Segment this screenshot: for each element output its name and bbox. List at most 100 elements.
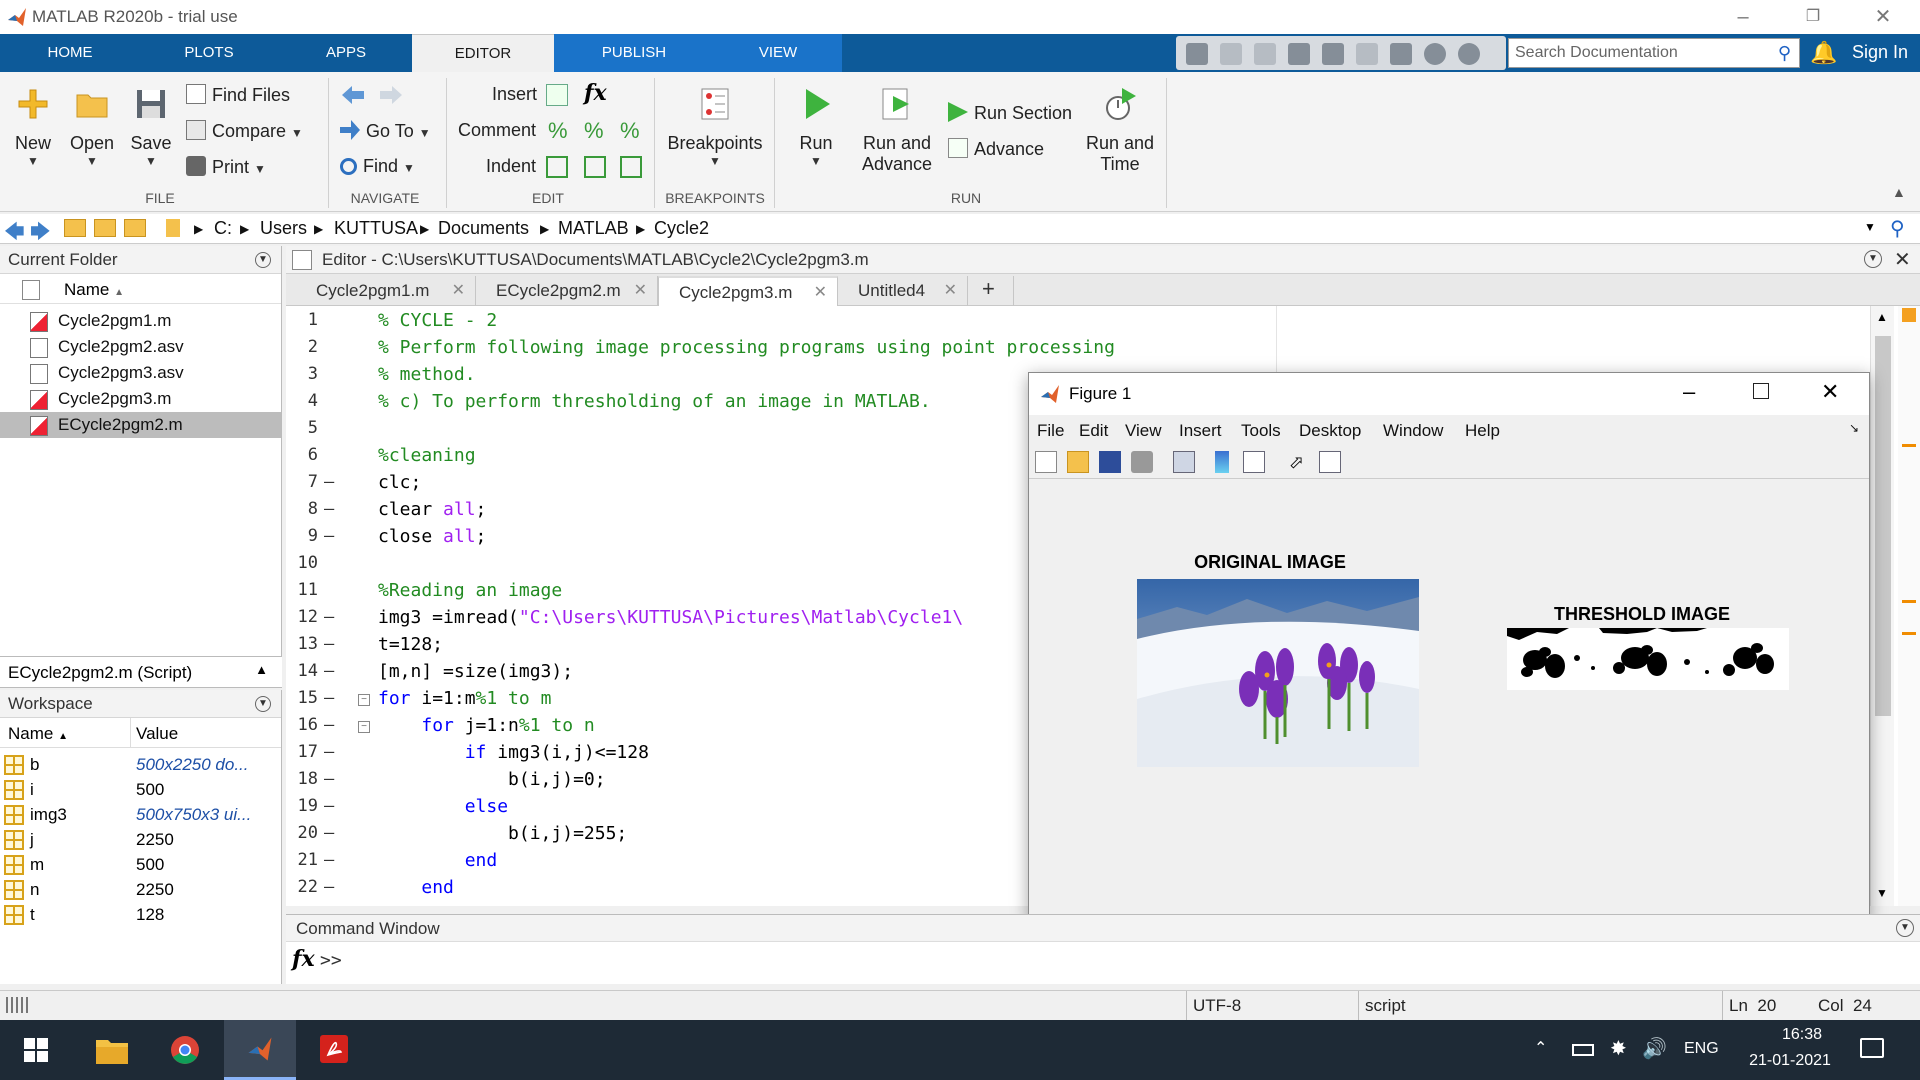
details-bar[interactable]: ECycle2pgm2.m (Script) ▲ bbox=[0, 656, 282, 688]
switch-windows-icon[interactable] bbox=[1390, 43, 1412, 65]
new-tab-button[interactable]: + bbox=[968, 276, 1014, 306]
fold-toggle[interactable]: − bbox=[358, 721, 370, 733]
variable-row[interactable]: n 2250 bbox=[0, 877, 281, 902]
breakpoint-dash[interactable]: – bbox=[324, 823, 334, 843]
open-file-icon[interactable] bbox=[1067, 451, 1089, 473]
ws-name-column[interactable]: Name ▲ bbox=[8, 724, 68, 744]
breadcrumb-kuttusa[interactable]: KUTTUSA bbox=[334, 218, 418, 239]
insert-button[interactable]: Insert bbox=[492, 84, 537, 105]
menu-edit[interactable]: Edit bbox=[1079, 421, 1108, 441]
new-button[interactable]: New ▼ bbox=[8, 86, 58, 168]
menu-file[interactable]: File bbox=[1037, 421, 1064, 441]
tab-view[interactable]: VIEW bbox=[714, 34, 842, 72]
copy-icon[interactable] bbox=[1254, 43, 1276, 65]
notification-bell-icon[interactable]: 🔔 bbox=[1810, 40, 1837, 66]
breakpoint-dash[interactable]: – bbox=[324, 796, 334, 816]
battery-icon[interactable] bbox=[1572, 1044, 1594, 1056]
editor-options-icon[interactable]: ▼ bbox=[1864, 250, 1882, 268]
acrobat-taskbar-button[interactable] bbox=[298, 1020, 370, 1080]
uncomment-icon[interactable]: % bbox=[584, 118, 604, 144]
menu-desktop[interactable]: Desktop bbox=[1299, 421, 1361, 441]
print-button[interactable]: Print ▼ bbox=[186, 156, 266, 178]
paste-icon[interactable] bbox=[1288, 43, 1310, 65]
breakpoint-dash[interactable]: – bbox=[324, 634, 334, 654]
compare-button[interactable]: Compare ▼ bbox=[186, 120, 303, 142]
warning-indicator-icon[interactable] bbox=[1902, 308, 1916, 322]
file-item[interactable]: Cycle2pgm3.asv bbox=[0, 360, 281, 386]
warning-mark[interactable] bbox=[1902, 632, 1916, 635]
open-button[interactable]: Open ▼ bbox=[66, 86, 118, 168]
property-inspector-icon[interactable] bbox=[1319, 451, 1341, 473]
insert-legend-icon[interactable] bbox=[1243, 451, 1265, 473]
ws-value-column[interactable]: Value bbox=[136, 724, 178, 744]
redo-icon[interactable] bbox=[1356, 43, 1378, 65]
breakpoint-dash[interactable]: – bbox=[324, 472, 334, 492]
close-tab-icon[interactable]: ✕ bbox=[814, 282, 827, 302]
editor-vertical-scrollbar[interactable]: ▲ ▼ bbox=[1870, 306, 1894, 906]
wifi-icon[interactable]: ✸ bbox=[1610, 1036, 1627, 1061]
help-icon[interactable] bbox=[1424, 43, 1446, 65]
variable-row[interactable]: t 128 bbox=[0, 902, 281, 927]
address-search-icon[interactable]: ⚲ bbox=[1890, 216, 1905, 241]
file-item-selected[interactable]: ECycle2pgm2.m bbox=[0, 412, 281, 438]
menu-insert[interactable]: Insert bbox=[1179, 421, 1222, 441]
more-options-icon[interactable] bbox=[1458, 43, 1480, 65]
breakpoint-dash[interactable]: – bbox=[324, 715, 334, 735]
address-dropdown-icon[interactable]: ▼ bbox=[1864, 220, 1876, 234]
save-button[interactable]: Save ▼ bbox=[126, 86, 176, 168]
open-dropdown-icon[interactable]: ▼ bbox=[66, 154, 118, 168]
advance-button[interactable]: Advance bbox=[948, 138, 1044, 160]
restore-button[interactable]: ❐ bbox=[1790, 4, 1836, 30]
go-to-button[interactable]: Go To ▼ bbox=[340, 120, 431, 142]
breadcrumb-documents[interactable]: Documents bbox=[438, 218, 529, 239]
link-plot-icon[interactable] bbox=[1173, 451, 1195, 473]
breadcrumb-matlab[interactable]: MATLAB bbox=[558, 218, 629, 239]
tab-untitled4[interactable]: Untitled4 ✕ bbox=[838, 276, 968, 306]
breadcrumb-users[interactable]: Users bbox=[260, 218, 307, 239]
breakpoint-dash[interactable]: – bbox=[324, 850, 334, 870]
fold-toggle[interactable]: − bbox=[358, 694, 370, 706]
decrease-indent-icon[interactable] bbox=[620, 156, 642, 178]
function-browser-icon[interactable]: fx bbox=[292, 946, 315, 972]
collapse-ribbon-icon[interactable]: ▲ bbox=[1892, 184, 1906, 200]
increase-indent-icon[interactable] bbox=[584, 156, 606, 178]
variable-row[interactable]: j 2250 bbox=[0, 827, 281, 852]
indent-button[interactable]: Indent bbox=[486, 156, 536, 177]
figure-canvas[interactable]: ORIGINAL IMAGE THRESHOLD IMAGE bbox=[1029, 480, 1869, 924]
insert-colorbar-icon[interactable] bbox=[1215, 451, 1229, 473]
comment-percent-icon[interactable]: % bbox=[548, 118, 568, 144]
breakpoint-dash[interactable]: – bbox=[324, 742, 334, 762]
close-editor-icon[interactable]: ✕ bbox=[1894, 247, 1911, 272]
tab-publish[interactable]: PUBLISH bbox=[554, 34, 714, 72]
tab-plots[interactable]: PLOTS bbox=[166, 34, 252, 72]
input-language[interactable]: ENG bbox=[1684, 1040, 1719, 1058]
find-button[interactable]: Find ▼ bbox=[340, 156, 415, 177]
run-dropdown-icon[interactable]: ▼ bbox=[788, 154, 844, 168]
sign-in-link[interactable]: Sign In bbox=[1852, 42, 1908, 63]
save-figure-icon[interactable] bbox=[1099, 451, 1121, 473]
menu-help[interactable]: Help bbox=[1465, 421, 1500, 441]
show-hidden-icons-icon[interactable]: ⌃ bbox=[1534, 1038, 1547, 1058]
dock-figure-icon[interactable]: ↘ bbox=[1849, 421, 1859, 435]
breakpoint-dash[interactable]: – bbox=[324, 688, 334, 708]
details-collapse-icon[interactable]: ▲ bbox=[255, 662, 268, 677]
figure-close-button[interactable]: ✕ bbox=[1821, 379, 1839, 405]
smart-indent-icon[interactable] bbox=[546, 156, 568, 178]
tab-editor[interactable]: EDITOR bbox=[412, 34, 554, 72]
scroll-down-icon[interactable]: ▼ bbox=[1876, 886, 1888, 900]
clock-time[interactable]: 16:38 bbox=[1762, 1026, 1842, 1044]
file-item[interactable]: Cycle2pgm1.m bbox=[0, 308, 281, 334]
column-header-name[interactable]: Name ▲ bbox=[0, 274, 281, 304]
start-button[interactable] bbox=[0, 1020, 72, 1080]
breakpoint-dash[interactable]: – bbox=[324, 769, 334, 789]
notifications-icon[interactable] bbox=[1860, 1038, 1884, 1058]
file-item[interactable]: Cycle2pgm3.m bbox=[0, 386, 281, 412]
tab-home[interactable]: HOME bbox=[26, 34, 114, 72]
command-window-input[interactable] bbox=[286, 942, 1920, 984]
save-icon[interactable] bbox=[1186, 43, 1208, 65]
minimize-button[interactable]: – bbox=[1720, 4, 1766, 30]
scroll-up-icon[interactable]: ▲ bbox=[1876, 310, 1888, 324]
variable-row[interactable]: m 500 bbox=[0, 852, 281, 877]
file-explorer-taskbar-button[interactable] bbox=[76, 1020, 148, 1080]
search-folder-icon[interactable] bbox=[124, 219, 146, 237]
